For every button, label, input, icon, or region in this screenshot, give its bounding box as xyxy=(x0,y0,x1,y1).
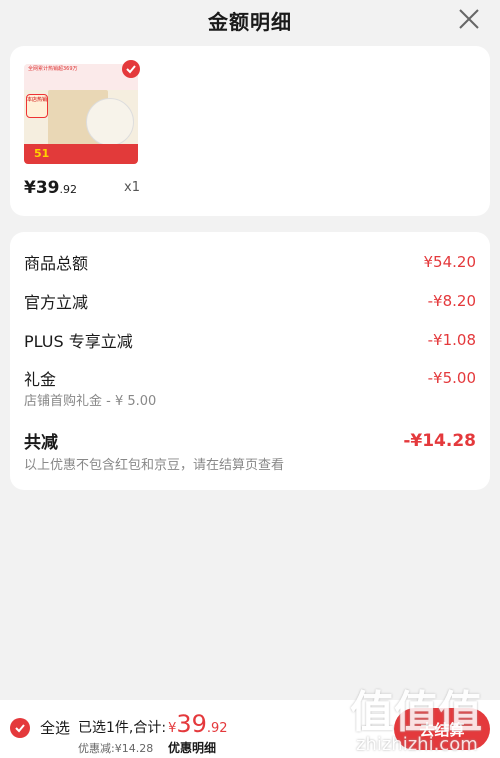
detail-row-gift-money: 礼金 -¥5.00 xyxy=(24,366,476,390)
detail-row-plus-discount: PLUS 专享立减 -¥1.08 xyxy=(24,328,476,352)
checkmark-icon[interactable] xyxy=(10,717,30,738)
detail-value: -¥5.00 xyxy=(427,369,476,387)
total-dec: .92 xyxy=(206,721,228,736)
header: 金额明细 xyxy=(0,0,500,40)
detail-label: 商品总额 xyxy=(24,254,89,273)
detail-row-goods-total: 商品总额 ¥54.20 xyxy=(24,250,476,274)
thumb-bar: 51 xyxy=(24,144,138,164)
product-price-dec: .92 xyxy=(59,183,78,196)
product-price: ¥39 .92 xyxy=(24,178,77,198)
bottom-bar: 全选 已选1件,合计: ¥ 39 .92 优惠减:¥14.28 优惠明细 去结算 xyxy=(0,700,500,758)
discount-detail-link[interactable]: 优惠明细 xyxy=(168,739,216,756)
detail-value: -¥1.08 xyxy=(427,331,476,349)
detail-value: -¥8.20 xyxy=(427,292,476,310)
select-all-label: 全选 xyxy=(40,719,71,737)
detail-row-official-discount: 官方立减 -¥8.20 xyxy=(24,289,476,313)
total-currency: ¥ xyxy=(168,721,177,736)
total-value: -¥14.28 xyxy=(403,430,476,451)
discount-text: 优惠减:¥14.28 xyxy=(78,742,154,755)
order-summary: 已选1件,合计: ¥ 39 .92 xyxy=(78,710,228,738)
tea-cake-graphic xyxy=(86,98,134,146)
thumb-tag: 本店热销 xyxy=(26,94,48,118)
product-image: 全网累计热销超369万 本店热销 51 xyxy=(24,64,138,164)
total-int: 39 xyxy=(176,710,207,738)
close-icon[interactable] xyxy=(456,6,482,32)
product-quantity: x1 xyxy=(124,180,140,195)
detail-row-total-reduction: 共减 -¥14.28 xyxy=(24,428,476,454)
detail-label: 礼金 xyxy=(24,370,57,389)
detail-value: ¥54.20 xyxy=(423,253,477,271)
thumb-banner: 全网累计热销超369万 xyxy=(24,64,138,90)
thumb-number: 51 xyxy=(34,147,50,160)
detail-label: 官方立减 xyxy=(24,293,89,312)
total-label: 共减 xyxy=(24,433,58,453)
detail-label: PLUS 专享立减 xyxy=(24,332,133,351)
gift-money-note: 店铺首购礼金 - ¥ 5.00 xyxy=(24,394,157,409)
checkmark-icon[interactable] xyxy=(122,60,140,78)
total-note: 以上优惠不包含红包和京豆，请在结算页查看 xyxy=(24,458,285,473)
page-title: 金额明细 xyxy=(208,9,292,34)
select-all-toggle[interactable]: 全选 xyxy=(10,717,70,738)
checkout-button[interactable]: 去结算 xyxy=(394,708,490,750)
product-price-int: ¥39 xyxy=(24,178,60,198)
amount-detail-card: 商品总额 ¥54.20 官方立减 -¥8.20 PLUS 专享立减 -¥1.08… xyxy=(10,232,490,490)
selected-text: 已选1件,合计: xyxy=(78,720,167,736)
product-card: 全网累计热销超369万 本店热销 51 ¥39 .92 x1 xyxy=(10,46,490,216)
